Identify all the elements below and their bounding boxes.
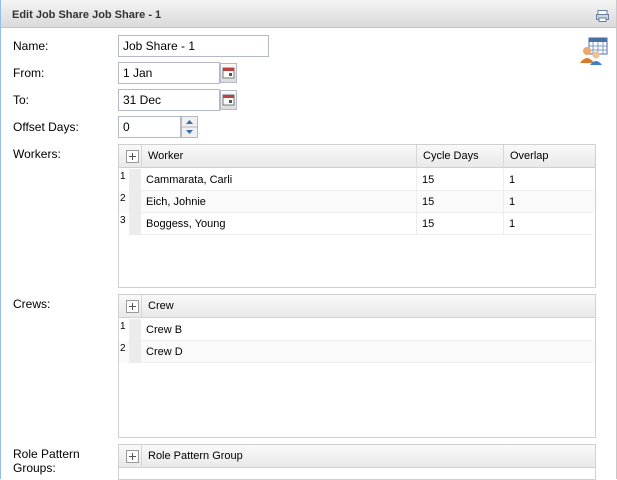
column-header-overlap[interactable]: Overlap [503,145,593,168]
worker-cell: Cammarata, Carli [141,169,416,191]
crews-grid: Crew 1 Crew B 2 Crew D [118,294,596,438]
table-row[interactable]: 1 Cammarata, Carli 15 1 [119,169,595,191]
name-input[interactable] [118,35,269,57]
panel-title: Edit Job Share Job Share - 1 [12,9,162,21]
overlap-cell: 1 [503,213,593,235]
table-row[interactable]: 2 Crew D [119,341,595,363]
cycle-days-cell: 15 [416,191,503,213]
cycle-days-cell: 15 [416,169,503,191]
worker-cell: Eich, Johnie [141,191,416,213]
offset-days-label: Offset Days: [13,120,79,134]
crews-label: Crews: [13,297,51,311]
worker-cell: Boggess, Young [141,213,416,235]
plus-icon [129,303,136,310]
add-worker-button[interactable] [126,150,139,163]
offset-days-input[interactable] [118,116,181,138]
crew-cell: Crew B [141,319,593,341]
add-crew-button[interactable] [126,300,139,313]
calendar-icon [222,67,235,79]
role-pattern-groups-grid-header: Role Pattern Group [119,445,595,468]
workers-label: Workers: [13,147,61,161]
row-marker [129,169,141,191]
crew-cell: Crew D [141,341,593,363]
plus-icon [129,153,136,160]
role-pattern-groups-label: Role Pattern Groups: [13,447,80,475]
role-pattern-groups-grid: Role Pattern Group [118,444,596,480]
table-row[interactable]: 2 Eich, Johnie 15 1 [119,191,595,213]
edit-job-share-panel: Edit Job Share Job Share - 1 Name: From: [0,0,617,480]
to-label: To: [13,93,30,107]
row-marker [129,191,141,213]
spinner-arrows-icon[interactable] [181,116,198,138]
column-header-role-pattern-group[interactable]: Role Pattern Group [141,445,593,468]
row-marker [129,319,141,341]
crews-grid-header: Crew [119,295,595,318]
name-label: Name: [13,39,49,53]
workers-grid: Worker Cycle Days Overlap 1 Cammarata, C… [118,144,596,288]
cycle-days-cell: 15 [416,213,503,235]
overlap-cell: 1 [503,169,593,191]
row-marker [129,341,141,363]
column-header-cycle-days[interactable]: Cycle Days [416,145,503,168]
from-date-picker-button[interactable] [220,63,237,83]
table-row[interactable]: 1 Crew B [119,319,595,341]
column-header-crew[interactable]: Crew [141,295,593,318]
workers-grid-header: Worker Cycle Days Overlap [119,145,595,168]
overlap-cell: 1 [503,191,593,213]
plus-icon [129,453,136,460]
row-marker [129,213,141,235]
column-header-worker[interactable]: Worker [141,145,416,168]
print-icon[interactable] [596,10,609,22]
to-date-input[interactable] [118,89,220,111]
add-role-pattern-group-button[interactable] [126,450,139,463]
panel-header: Edit Job Share Job Share - 1 [1,0,616,28]
calendar-icon [222,94,235,106]
table-row[interactable]: 3 Boggess, Young 15 1 [119,213,595,235]
from-label: From: [13,66,45,80]
people-calendar-icon[interactable] [579,36,609,66]
to-date-picker-button[interactable] [220,90,237,110]
from-date-input[interactable] [118,62,220,84]
